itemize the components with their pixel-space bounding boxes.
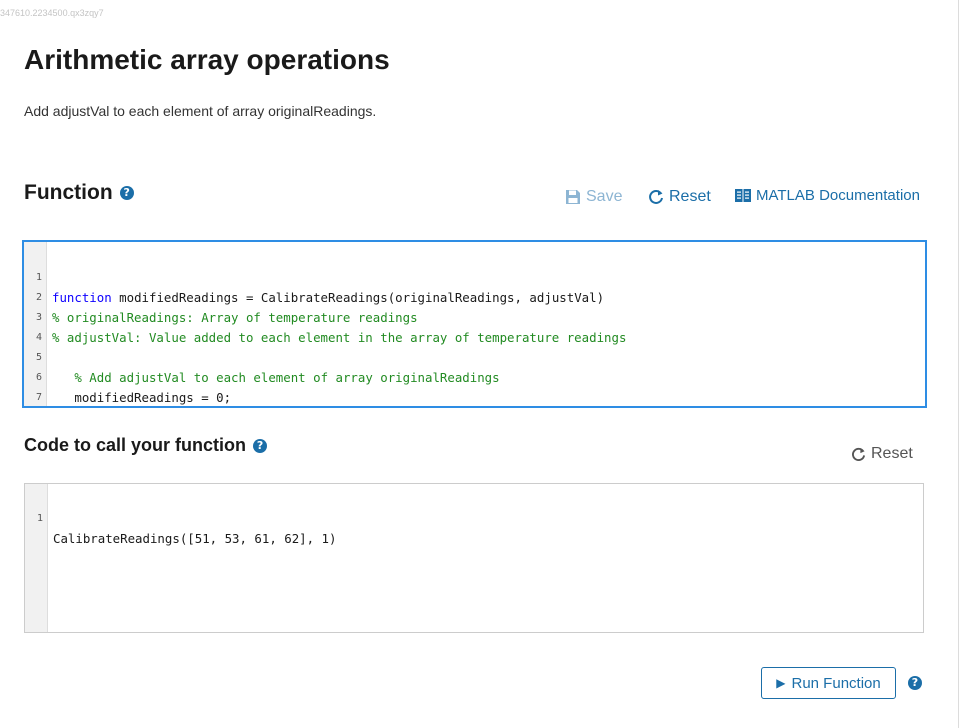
code-line: 1 CalibrateReadings([51, 53, 61, 62], 1) (25, 489, 923, 546)
page-title: Arithmetic array operations (24, 44, 390, 75)
code-line: 6 modifiedReadings = 0; (24, 348, 925, 405)
save-button[interactable]: Save (565, 188, 622, 206)
call-title-text: Code to call your function (24, 435, 247, 455)
reset-label: Reset (669, 188, 711, 205)
code-line: 4 (24, 308, 925, 343)
line-number: 1 (36, 513, 43, 524)
code-text: CalibrateReadings([51, 53, 61, 62], 1) (53, 531, 337, 546)
task-description: Add adjustVal to each element of array o… (24, 103, 377, 119)
matlab-documentation-link[interactable]: MATLAB Documentation (735, 187, 920, 204)
help-icon[interactable]: ? (119, 186, 134, 200)
reset-function-button[interactable]: Reset (648, 188, 711, 206)
code-line: 7 (24, 368, 925, 403)
reset-call-button[interactable]: Reset (851, 445, 913, 463)
refresh-icon (649, 189, 663, 204)
page-scroll-edge (958, 0, 959, 728)
call-code-editor[interactable]: 1 CalibrateReadings([51, 53, 61, 62], 1) (24, 483, 924, 633)
watermark: 347610.2234500.qx3zqy7 (0, 8, 104, 18)
code-line: 2 % originalReadings: Array of temperatu… (24, 268, 925, 325)
floppy-disk-icon (566, 190, 580, 204)
function-section-title: Function ? (24, 181, 134, 205)
code-line: 8 end (24, 388, 925, 406)
help-icon[interactable]: ? (908, 676, 922, 690)
function-title-text: Function (24, 181, 113, 204)
call-section-title: Code to call your function ? (24, 435, 268, 456)
run-function-button[interactable]: ▶ Run Function (761, 667, 896, 699)
save-label: Save (586, 188, 623, 205)
help-icon[interactable]: ? (253, 438, 268, 453)
code-line: 5 % Add adjustVal to each element of arr… (24, 328, 925, 385)
function-code-editor[interactable]: 1 function modifiedReadings = CalibrateR… (22, 240, 927, 408)
documentation-label: MATLAB Documentation (756, 187, 920, 204)
play-icon: ▶ (776, 676, 786, 690)
reset-label: Reset (871, 445, 913, 462)
code-line: 3 % adjustVal: Value added to each eleme… (24, 288, 925, 345)
code-line: 1 function modifiedReadings = CalibrateR… (24, 248, 925, 305)
run-label: Run Function (791, 674, 881, 692)
refresh-icon (852, 447, 866, 461)
book-icon (735, 188, 751, 202)
